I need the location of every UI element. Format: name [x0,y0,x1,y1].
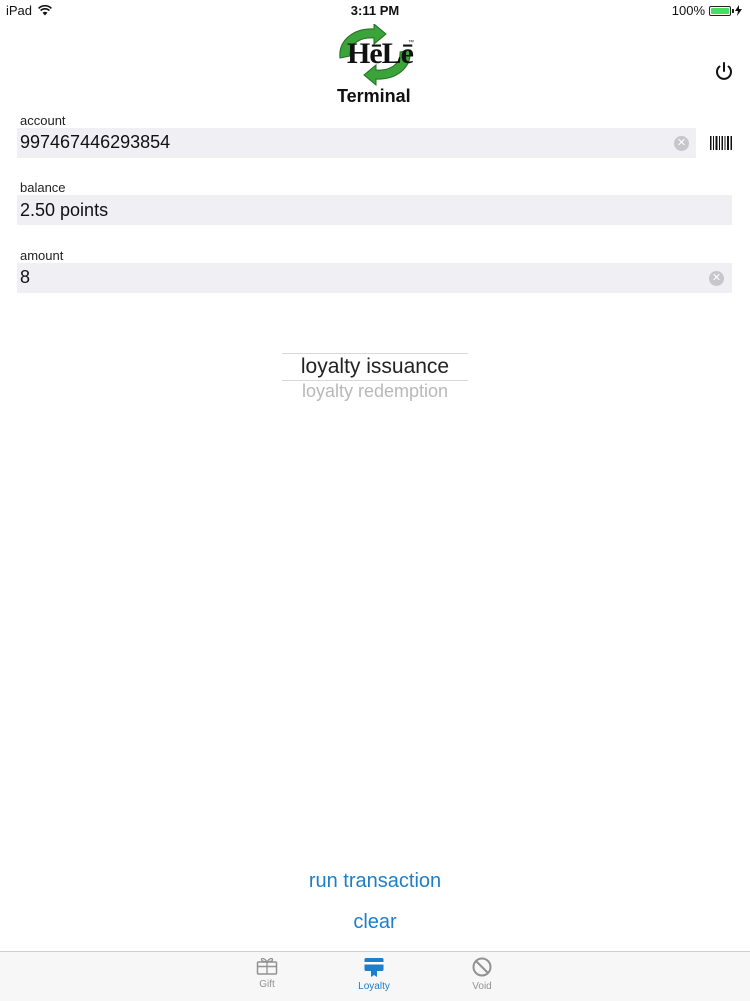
amount-label: amount [20,248,64,263]
clear-button[interactable]: clear [0,911,750,934]
amount-field[interactable]: ✕ [17,263,732,293]
loyalty-card-icon [364,958,384,977]
logo-wordmark: HēLē [347,37,414,70]
tab-void-label: Void [472,981,492,992]
logo-subtitle: Terminal [337,86,411,106]
void-icon [472,957,492,977]
balance-label: balance [20,180,66,195]
account-clear-icon[interactable]: ✕ [674,136,689,151]
account-input[interactable] [20,132,640,153]
balance-value: 2.50 points [20,200,109,220]
status-time: 3:11 PM [350,3,400,18]
account-label: account [20,113,66,128]
amount-input[interactable] [20,267,640,288]
amount-clear-icon[interactable]: ✕ [709,271,724,286]
tab-gift-label: Gift [259,979,275,990]
battery-percent: 100% [671,3,705,18]
battery-icon [709,5,734,16]
picker-option-other[interactable]: loyalty redemption [282,381,468,402]
charging-bolt-icon [735,5,742,16]
gift-card-icon [256,957,278,975]
tab-void[interactable]: Void [442,956,522,992]
power-icon[interactable] [712,60,736,84]
run-transaction-button[interactable]: run transaction [0,870,750,893]
picker-option-selected[interactable]: loyalty issuance [282,355,468,379]
balance-field: 2.50 points [17,195,732,225]
barcode-scan-icon[interactable] [710,136,732,150]
hele-terminal-logo: HēLē ™ Terminal [330,24,420,108]
status-right: 100% [672,3,742,18]
account-field[interactable]: ✕ [17,128,696,158]
picker-top-divider [282,353,468,354]
tab-bar: Gift Loyalty Void [0,951,750,1001]
tab-loyalty-label: Loyalty [358,981,390,992]
status-bar: iPad 3:11 PM 100% [0,0,750,20]
tab-gift[interactable]: Gift [227,956,307,990]
tab-loyalty[interactable]: Loyalty [334,956,414,992]
logo-trademark: ™ [408,40,414,46]
